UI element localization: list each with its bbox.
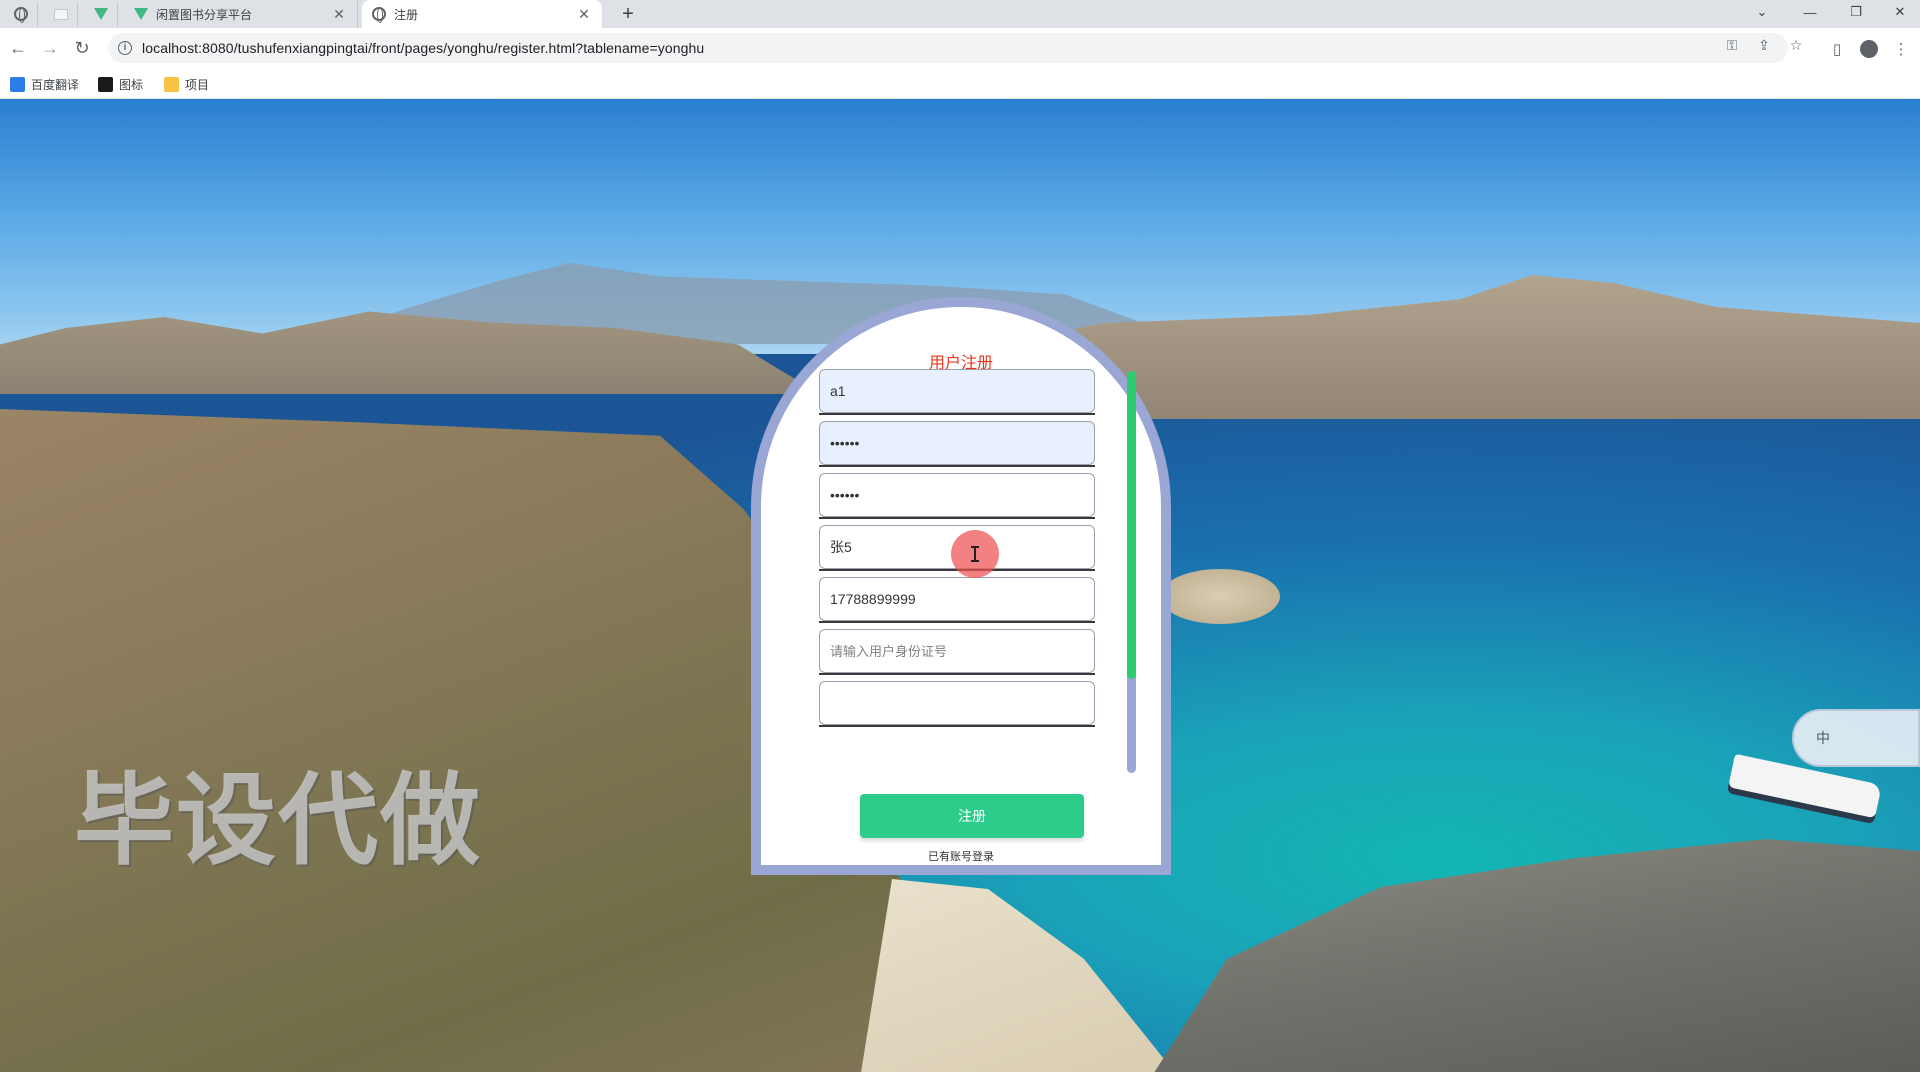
next-field-partial (819, 681, 1095, 727)
site-info-icon[interactable]: i (118, 41, 132, 55)
login-link[interactable]: 已有账号登录 (761, 848, 1161, 864)
forward-button[interactable]: → (36, 34, 64, 62)
reload-button[interactable]: ↻ (68, 34, 96, 62)
tab-book-sharing[interactable]: 闲置图书分享平台 ✕ (124, 0, 358, 28)
pinned-tab-blank[interactable] (44, 2, 78, 26)
blank-page-icon (53, 8, 68, 20)
share-icon[interactable]: ⇪ (1754, 35, 1774, 55)
bookmark-label: 项目 (185, 77, 210, 92)
click-indicator (951, 530, 999, 578)
phone-input[interactable] (819, 577, 1095, 621)
bookmark-baidu-translate[interactable]: 百度翻译 (10, 75, 79, 93)
avatar (1860, 40, 1878, 58)
restore-button[interactable]: ❐ (1836, 0, 1876, 24)
text-cursor-icon (971, 546, 979, 562)
browser-chrome: 闲置图书分享平台 ✕ 注册 ✕ + ⌄ — ❐ ✕ ← → ↻ i localh… (0, 0, 1920, 99)
confirm-password-input[interactable] (819, 473, 1095, 517)
vue-logo-icon (134, 8, 148, 20)
url-text[interactable]: localhost:8080/tushufenxiangpingtai/fron… (142, 40, 704, 56)
id-card-field (819, 629, 1095, 675)
bookmark-label: 图标 (119, 77, 144, 92)
globe-icon (372, 7, 386, 23)
form-scrollbar[interactable] (1127, 371, 1136, 773)
tab-search-button[interactable]: ⌄ (1742, 0, 1782, 24)
star-icon[interactable]: ☆ (1786, 35, 1806, 55)
pinned-tab-globe[interactable] (4, 2, 38, 26)
username-field (819, 369, 1095, 415)
background-islet (1160, 569, 1280, 624)
close-icon[interactable]: ✕ (576, 6, 592, 23)
password-field (819, 421, 1095, 467)
pinned-tab-vue[interactable] (84, 2, 118, 26)
bookmarks-bar: 百度翻译 图标 项目 (0, 68, 1920, 99)
minimize-button[interactable]: — (1790, 0, 1830, 24)
register-card: 用户注册 a1 张5 17788899999 请输入用户身份证号 注册 已有账号… (751, 297, 1171, 875)
tab-register[interactable]: 注册 ✕ (362, 0, 602, 28)
ime-mode-label: 中 (1816, 730, 1830, 746)
new-tab-button[interactable]: + (614, 0, 642, 28)
page-viewport: 毕设代做 中 用户注册 a1 张5 17788899999 请输入用户身份证号 … (0, 99, 1920, 1072)
next-input[interactable] (819, 681, 1095, 725)
bookmark-iconfont[interactable]: 图标 (98, 75, 143, 93)
bookmark-label: 百度翻译 (31, 77, 80, 92)
baidu-translate-icon (10, 76, 25, 92)
vue-logo-icon (93, 8, 108, 20)
phone-field (819, 577, 1095, 623)
password-input[interactable] (819, 421, 1095, 465)
watermark-text: 毕设代做 (74, 762, 482, 879)
bookmark-projects[interactable]: 项目 (164, 75, 209, 93)
register-form (819, 369, 1099, 769)
register-button[interactable]: 注册 (860, 794, 1084, 838)
key-icon[interactable]: ⚿ (1722, 35, 1742, 55)
address-bar[interactable]: i localhost:8080/tushufenxiangpingtai/fr… (108, 33, 1788, 63)
username-input[interactable] (819, 369, 1095, 413)
tab-title: 闲置图书分享平台 (156, 7, 253, 22)
id-card-input[interactable] (819, 629, 1095, 673)
browser-toolbar: ← → ↻ i localhost:8080/tushufenxiangping… (0, 28, 1920, 68)
tab-title: 注册 (394, 7, 419, 22)
ime-toolbar[interactable]: 中 (1792, 709, 1920, 767)
side-panel-icon[interactable]: ▯ (1826, 38, 1848, 60)
back-button[interactable]: ← (4, 34, 32, 62)
menu-icon[interactable]: ⋮ (1890, 38, 1912, 60)
close-icon[interactable]: ✕ (331, 6, 347, 23)
confirm-password-field (819, 473, 1095, 519)
window-close-button[interactable]: ✕ (1880, 0, 1920, 24)
globe-icon (13, 7, 28, 23)
tab-strip: 闲置图书分享平台 ✕ 注册 ✕ + ⌄ — ❐ ✕ (0, 0, 1920, 28)
scrollbar-thumb[interactable] (1127, 371, 1136, 679)
profile-button[interactable] (1858, 38, 1880, 60)
folder-icon (164, 76, 179, 92)
iconfont-icon (98, 76, 113, 92)
